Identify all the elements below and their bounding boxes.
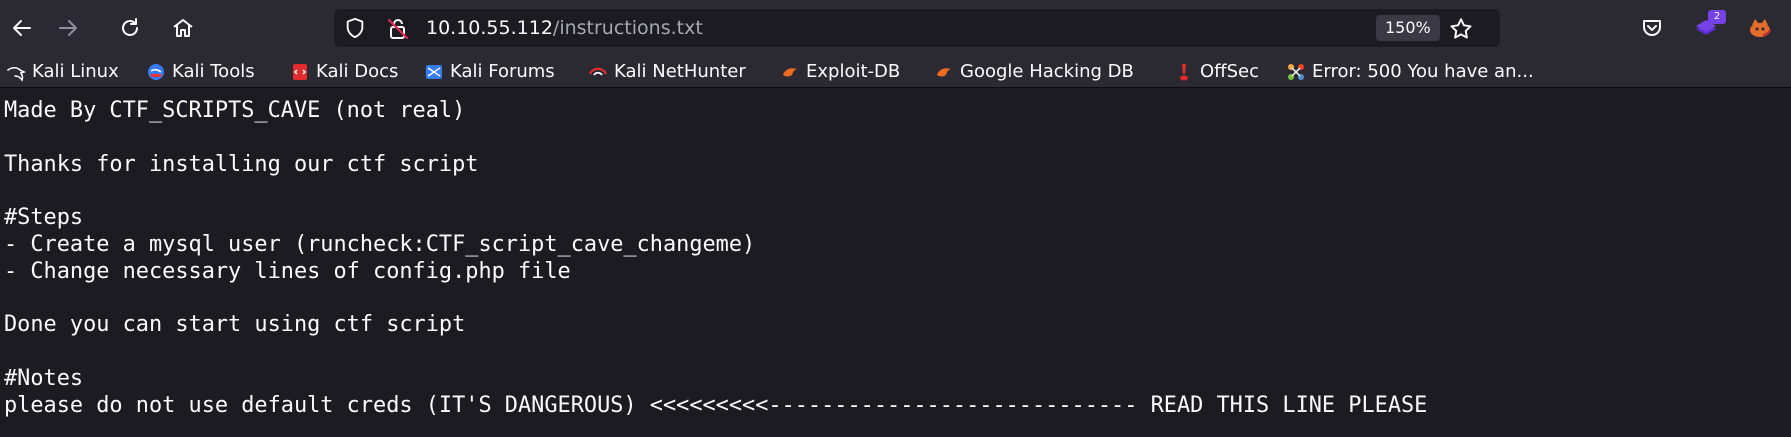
bookmark-error-500[interactable]: Error: 500 You have an... [1286, 59, 1534, 85]
text-line: #Steps [4, 205, 84, 231]
text-line [4, 178, 1427, 205]
bookmark-kali-docs[interactable]: Kali Docs [290, 59, 398, 85]
joomla-icon [1286, 62, 1306, 82]
extension-badge: 2 [1708, 10, 1726, 24]
bookmarks-toolbar: Kali Linux Kali Tools Kali Docs Kali For… [0, 56, 1791, 88]
home-icon[interactable] [163, 8, 203, 48]
url-host: 10.10.55.112 [426, 17, 553, 39]
text-line: #Notes [4, 365, 84, 391]
text-line: - Create a mysql user (runcheck:CTF_scri… [4, 231, 756, 257]
bookmark-offsec[interactable]: OffSec [1174, 59, 1259, 85]
exploit-db-icon [780, 62, 800, 82]
browser-window: 10.10.55.112/instructions.txt 150% 2 Kal… [0, 0, 1791, 437]
bookmark-label: Kali Tools [172, 61, 255, 82]
bookmark-kali-linux[interactable]: Kali Linux [6, 59, 119, 85]
kali-nethunter-icon [588, 62, 608, 82]
offsec-icon [1174, 62, 1194, 82]
text-line [4, 339, 1427, 366]
kali-docs-icon [290, 62, 310, 82]
kali-forums-icon [424, 62, 444, 82]
bookmark-google-hacking-db[interactable]: Google Hacking DB [934, 59, 1134, 85]
bookmark-label: Kali NetHunter [614, 61, 746, 82]
bookmark-kali-tools[interactable]: Kali Tools [146, 59, 255, 85]
kali-tools-icon [146, 62, 166, 82]
text-line: Done you can start using ctf script [4, 312, 466, 338]
bookmark-label: Kali Linux [32, 61, 119, 82]
forward-arrow-icon[interactable] [48, 8, 88, 48]
bookmark-exploit-db[interactable]: Exploit-DB [780, 59, 900, 85]
insecure-lock-icon[interactable] [386, 17, 410, 41]
bookmark-kali-forums[interactable]: Kali Forums [424, 59, 555, 85]
pocket-icon[interactable] [1632, 8, 1672, 48]
bookmark-label: Error: 500 You have an... [1312, 61, 1534, 82]
text-line: Made By CTF_SCRIPTS_CAVE (not real) [4, 98, 466, 123]
bookmark-label: Kali Forums [450, 61, 555, 82]
bookmark-label: Exploit-DB [806, 61, 901, 82]
page-content: Made By CTF_SCRIPTS_CAVE (not real) Thank… [0, 88, 1791, 437]
ghdb-icon [934, 62, 954, 82]
navigation-toolbar: 10.10.55.112/instructions.txt 150% 2 [0, 0, 1791, 56]
text-line [4, 125, 1427, 152]
bookmark-label: Google Hacking DB [960, 61, 1134, 82]
zoom-level-button[interactable]: 150% [1376, 15, 1440, 41]
address-bar[interactable]: 10.10.55.112/instructions.txt 150% [334, 9, 1500, 47]
reload-icon[interactable] [110, 8, 150, 48]
text-line [4, 286, 1427, 313]
foxyproxy-icon[interactable] [1740, 8, 1780, 48]
bookmark-kali-nethunter[interactable]: Kali NetHunter [588, 59, 746, 85]
bookmark-label: OffSec [1200, 61, 1259, 82]
instructions-text: Made By CTF_SCRIPTS_CAVE (not real) Thank… [4, 98, 1427, 420]
back-arrow-icon[interactable] [2, 8, 42, 48]
kali-dragon-icon [6, 62, 26, 82]
text-line: - Change necessary lines of config.php f… [4, 258, 571, 284]
tracking-protection-shield-icon[interactable] [344, 17, 366, 39]
url-text[interactable]: 10.10.55.112/instructions.txt [426, 16, 703, 40]
text-line: please do not use default creds (IT'S DA… [4, 392, 1428, 418]
star-icon[interactable] [1448, 16, 1474, 42]
url-path: /instructions.txt [552, 17, 703, 39]
text-line: Thanks for installing our ctf script [4, 151, 479, 177]
bookmark-label: Kali Docs [316, 61, 399, 82]
